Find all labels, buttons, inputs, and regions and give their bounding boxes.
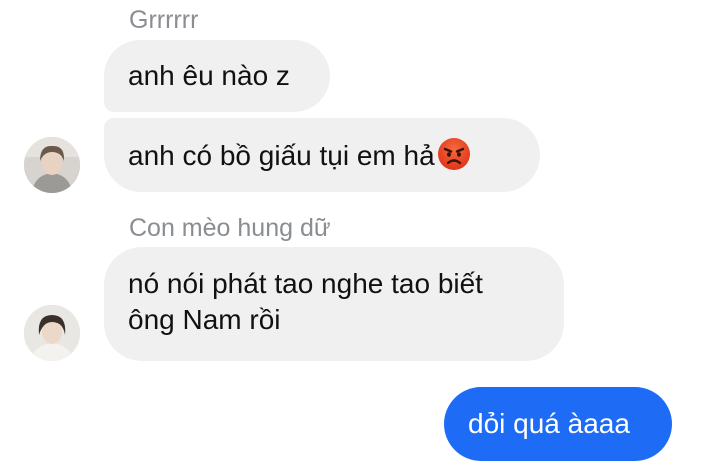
message-bubble[interactable]: anh êu nào z bbox=[104, 40, 330, 112]
sender-name: Con mèo hung dữ bbox=[129, 214, 331, 242]
message-text: anh êu nào z bbox=[128, 60, 290, 91]
message-bubble[interactable]: anh có bồ giấu tụi em hả bbox=[104, 118, 540, 192]
message-text: anh có bồ giấu tụi em hả bbox=[128, 140, 435, 171]
avatar[interactable] bbox=[24, 305, 80, 361]
message-text: dỏi quá àaaa bbox=[468, 408, 630, 439]
outgoing-message-bubble[interactable]: dỏi quá àaaa bbox=[444, 387, 672, 461]
avatar[interactable] bbox=[24, 137, 80, 193]
message-text-line: ông Nam rồi bbox=[128, 304, 281, 335]
sender-name: Grrrrrr bbox=[129, 6, 199, 34]
angry-face-emoji bbox=[437, 137, 471, 171]
message-bubble[interactable]: nó nói phát tao nghe tao biết ông Nam rồ… bbox=[104, 247, 564, 361]
message-text-line: nó nói phát tao nghe tao biết bbox=[128, 268, 483, 299]
